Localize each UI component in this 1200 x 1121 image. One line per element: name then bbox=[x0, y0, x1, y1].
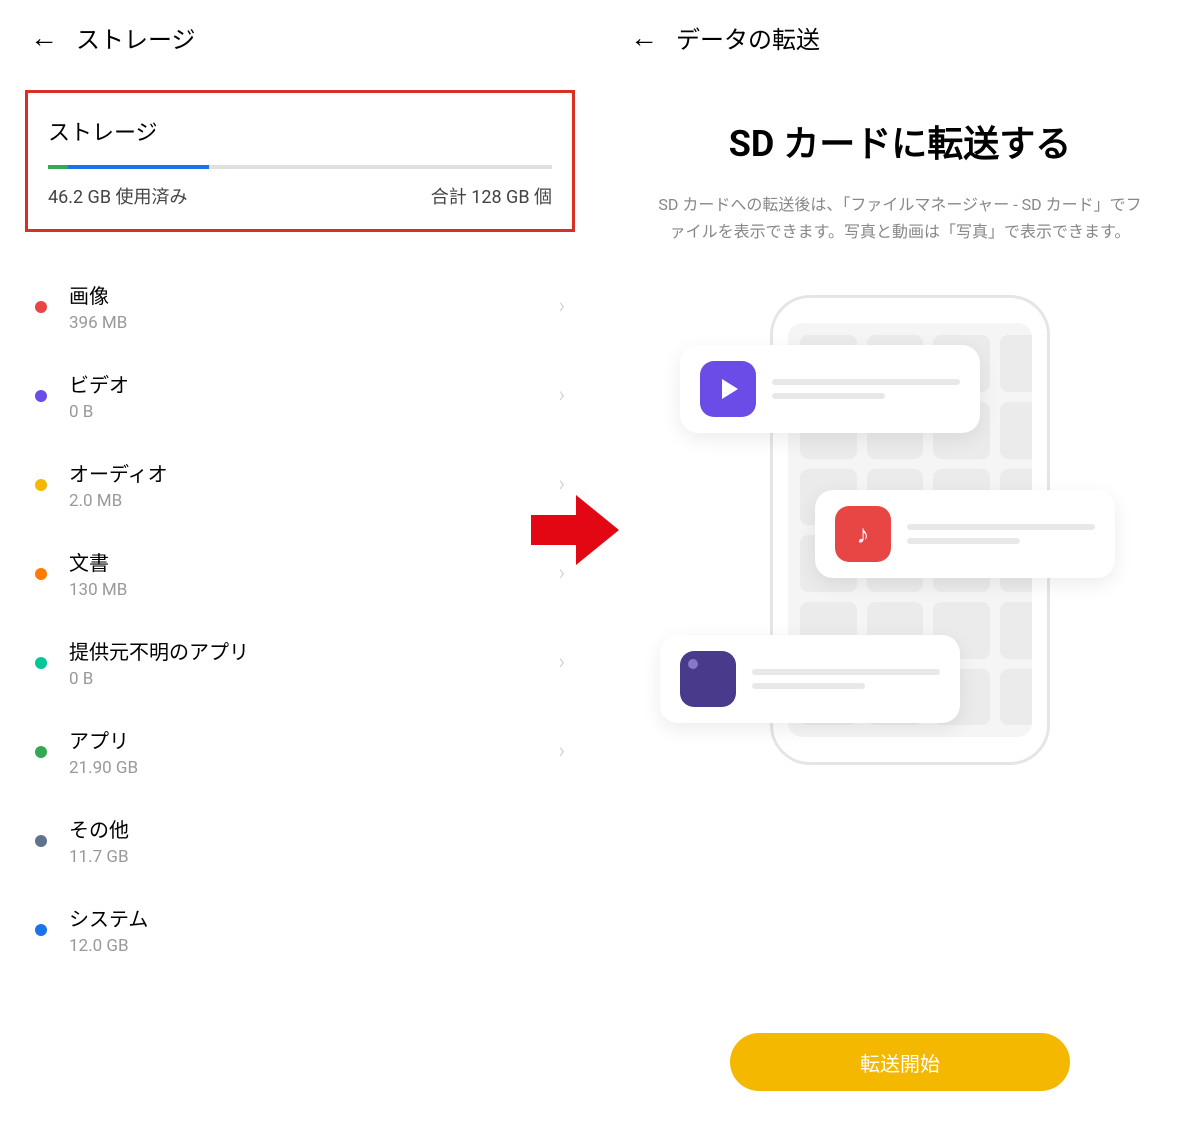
category-text: 画像 396 MB bbox=[69, 280, 558, 333]
category-documents[interactable]: 文書 130 MB › bbox=[35, 529, 565, 618]
category-text: ビデオ 0 B bbox=[69, 369, 558, 422]
play-icon bbox=[700, 361, 756, 417]
chevron-right-icon: › bbox=[558, 294, 565, 319]
grid-cell bbox=[1000, 669, 1032, 726]
storage-used-label: 46.2 GB 使用済み bbox=[48, 183, 188, 209]
category-name: 文書 bbox=[69, 547, 558, 576]
category-video[interactable]: ビデオ 0 B › bbox=[35, 351, 565, 440]
category-audio[interactable]: オーディオ 2.0 MB › bbox=[35, 440, 565, 529]
category-text: 提供元不明のアプリ 0 B bbox=[69, 636, 558, 689]
back-icon[interactable]: ← bbox=[630, 21, 658, 54]
category-apps[interactable]: アプリ 21.90 GB › bbox=[35, 707, 565, 796]
category-text: アプリ 21.90 GB bbox=[69, 725, 558, 778]
progress-segment bbox=[48, 165, 68, 169]
transfer-description: SD カードへの転送後は、「ファイルマネージャー - SD カード」でファイルを… bbox=[625, 191, 1175, 245]
dot-icon bbox=[35, 390, 47, 402]
grid-cell bbox=[1000, 335, 1032, 392]
page-title-left: ストレージ bbox=[76, 20, 196, 55]
dot-icon bbox=[35, 835, 47, 847]
dot-icon bbox=[35, 479, 47, 491]
storage-progress-bar bbox=[48, 165, 552, 169]
storage-info-row: 46.2 GB 使用済み 合計 128 GB 個 bbox=[48, 183, 552, 209]
storage-summary-card: ストレージ 46.2 GB 使用済み 合計 128 GB 個 bbox=[25, 90, 575, 232]
chevron-right-icon: › bbox=[558, 383, 565, 408]
file-lines bbox=[752, 669, 940, 689]
page-title-right: データの転送 bbox=[676, 20, 820, 55]
category-size: 21.90 GB bbox=[69, 758, 558, 778]
chevron-right-icon: › bbox=[558, 739, 565, 764]
dot-icon bbox=[35, 301, 47, 313]
category-text: 文書 130 MB bbox=[69, 547, 558, 600]
category-name: その他 bbox=[69, 814, 565, 843]
category-size: 11.7 GB bbox=[69, 847, 565, 867]
start-transfer-button[interactable]: 転送開始 bbox=[730, 1033, 1070, 1091]
category-size: 0 B bbox=[69, 669, 558, 689]
category-name: 提供元不明のアプリ bbox=[69, 636, 558, 665]
dot-icon bbox=[35, 568, 47, 580]
transfer-illustration: ♪ bbox=[720, 295, 1080, 765]
category-name: アプリ bbox=[69, 725, 558, 754]
dot-icon bbox=[35, 924, 47, 936]
progress-segment bbox=[68, 165, 209, 169]
music-note-icon: ♪ bbox=[835, 506, 891, 562]
arrow-right-icon bbox=[531, 490, 621, 574]
header-right: ← データの転送 bbox=[625, 20, 1175, 55]
file-card-app bbox=[660, 635, 960, 723]
category-size: 12.0 GB bbox=[69, 936, 565, 956]
category-text: オーディオ 2.0 MB bbox=[69, 458, 558, 511]
storage-card-title: ストレージ bbox=[48, 115, 552, 147]
category-name: 画像 bbox=[69, 280, 558, 309]
category-text: システム 12.0 GB bbox=[69, 903, 565, 956]
back-icon[interactable]: ← bbox=[30, 21, 58, 54]
grid-cell bbox=[1000, 602, 1032, 659]
category-other[interactable]: その他 11.7 GB bbox=[35, 796, 565, 885]
category-unknown-apps[interactable]: 提供元不明のアプリ 0 B › bbox=[35, 618, 565, 707]
category-name: ビデオ bbox=[69, 369, 558, 398]
category-system[interactable]: システム 12.0 GB bbox=[35, 885, 565, 974]
dot-icon bbox=[35, 746, 47, 758]
category-text: その他 11.7 GB bbox=[69, 814, 565, 867]
dot-icon bbox=[35, 657, 47, 669]
file-card-music: ♪ bbox=[815, 490, 1115, 578]
file-lines bbox=[772, 379, 960, 399]
transfer-title: SD カードに転送する bbox=[625, 115, 1175, 167]
chevron-right-icon: › bbox=[558, 650, 565, 675]
category-size: 130 MB bbox=[69, 580, 558, 600]
file-card-video bbox=[680, 345, 980, 433]
category-name: システム bbox=[69, 903, 565, 932]
category-images[interactable]: 画像 396 MB › bbox=[35, 262, 565, 351]
category-size: 0 B bbox=[69, 402, 558, 422]
category-size: 396 MB bbox=[69, 313, 558, 333]
header-left: ← ストレージ bbox=[25, 20, 575, 55]
category-list: 画像 396 MB › ビデオ 0 B › オーディオ 2.0 MB › 文書 bbox=[25, 262, 575, 974]
category-name: オーディオ bbox=[69, 458, 558, 487]
app-icon bbox=[680, 651, 736, 707]
file-lines bbox=[907, 524, 1095, 544]
grid-cell bbox=[1000, 402, 1032, 459]
storage-total-label: 合計 128 GB 個 bbox=[431, 183, 552, 209]
category-size: 2.0 MB bbox=[69, 491, 558, 511]
transfer-screen: ← データの転送 SD カードに転送する SD カードへの転送後は、「ファイルマ… bbox=[600, 0, 1200, 1121]
storage-screen: ← ストレージ ストレージ 46.2 GB 使用済み 合計 128 GB 個 画… bbox=[0, 0, 600, 1121]
